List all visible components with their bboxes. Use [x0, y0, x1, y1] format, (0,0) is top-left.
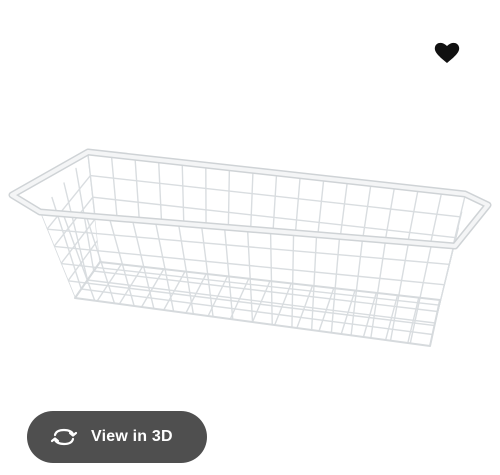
view-in-3d-button[interactable]: View in 3D — [27, 411, 207, 463]
basket-wire — [389, 239, 410, 342]
rotate-3d-icon — [49, 426, 79, 448]
view-in-3d-label: View in 3D — [91, 428, 173, 445]
basket-wire — [80, 288, 434, 336]
heart-icon — [434, 42, 460, 63]
basket-wire — [409, 241, 433, 345]
wire-basket-image — [8, 148, 492, 347]
basket-wire — [370, 237, 387, 339]
basket-wire — [246, 227, 254, 323]
basket-wire — [350, 236, 364, 337]
basket-wire — [154, 220, 175, 313]
basket-wire — [89, 174, 461, 218]
basket-wire — [86, 279, 436, 324]
basket-wire — [131, 218, 155, 310]
favorite-button[interactable] — [431, 39, 463, 67]
basket-wire — [110, 155, 122, 244]
basket-wire — [134, 158, 144, 244]
product-media-viewer: View in 3D — [0, 0, 500, 475]
basket-wire — [269, 229, 273, 326]
basket-wire — [177, 221, 195, 315]
basket-wire — [67, 280, 436, 327]
basket-wire — [291, 230, 295, 329]
basket-wire — [310, 232, 318, 331]
basket-wire — [200, 223, 214, 318]
basket-wire — [330, 234, 341, 334]
basket-wire — [223, 225, 234, 321]
